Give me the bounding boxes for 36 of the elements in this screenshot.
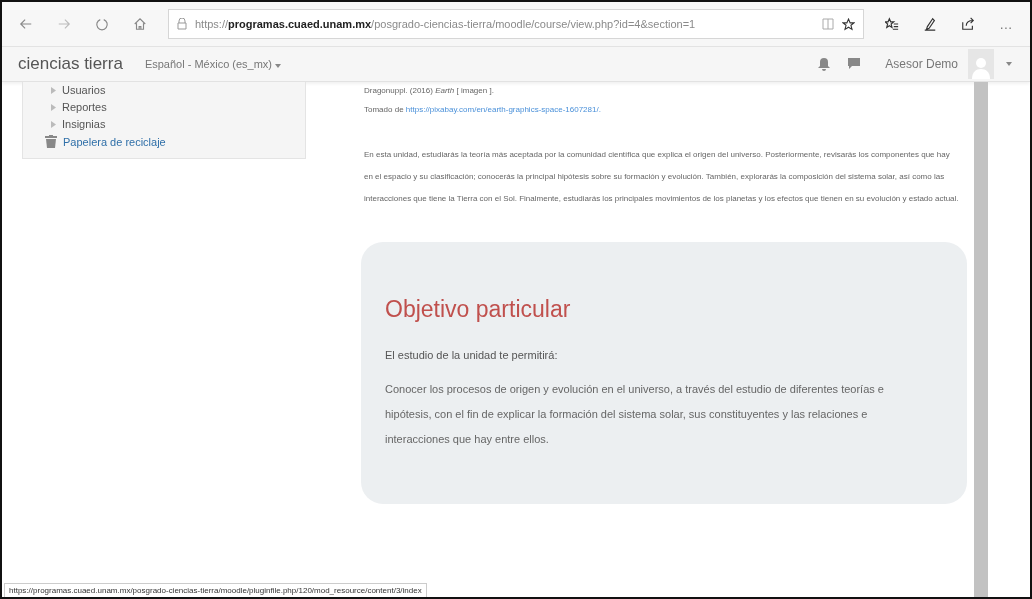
objective-title: Objetivo particular <box>385 296 572 323</box>
lock-icon <box>177 18 187 30</box>
sidebar-item[interactable]: Reportes <box>23 101 305 113</box>
caret-icon[interactable] <box>1006 62 1012 66</box>
sidebar-item[interactable]: Usuarios <box>23 84 305 96</box>
site-brand[interactable]: ciencias tierra <box>18 54 123 74</box>
caret-icon <box>275 64 282 68</box>
caret-icon <box>51 86 56 94</box>
sidebar-item[interactable]: Papelera de reciclaje <box>23 135 305 148</box>
status-url: https://programas.cuaed.unam.mx/posgrado-ciencias-tierra/moodle/pluginfile.php/120/mod_resource/content/3/index <box>4 583 427 597</box>
caret-icon <box>51 120 56 128</box>
star-icon[interactable] <box>842 17 855 31</box>
share-icon <box>961 17 975 31</box>
language-menu[interactable]: Español - México (es_mx) <box>144 58 282 70</box>
trash-icon <box>45 135 57 148</box>
back-arrow-icon <box>19 17 33 31</box>
scrollbar[interactable] <box>974 82 988 597</box>
reading-view-icon[interactable] <box>822 18 834 30</box>
image-citation: Dragonuppl. (2016) Earth [ imagen ]. <box>364 86 495 95</box>
source-link[interactable]: https://pixabay.com/en/earth-graphics-space-1607281/. <box>405 105 601 114</box>
objective-text: Conocer los procesos de origen y evolución en el universo, a través del estudio de diferentes teorías e hipótesis, con el fin de explicar la formación del sistema solar, sus constituyentes y las relaciones e interacciones que hay entre ellos. <box>385 382 885 447</box>
source-line: Tomado de https://pixabay.com/en/earth-graphics-space-1607281/. <box>364 105 602 114</box>
user-menu[interactable]: Asesor Demo <box>879 56 964 72</box>
pen-icon <box>923 17 937 31</box>
forward-arrow-icon <box>57 17 71 31</box>
home-icon <box>133 17 147 31</box>
star-list-icon <box>885 17 899 31</box>
bell-icon[interactable] <box>817 57 832 71</box>
address-bar[interactable]: https://programas.cuaed.unam.mx/posgrado-ciencias-tierra/moodle/course/view.php?id=4&section=1 <box>168 9 864 39</box>
caret-icon <box>51 103 56 111</box>
sidebar-item[interactable]: Insignias <box>23 118 305 130</box>
refresh-icon <box>95 17 109 31</box>
more-button[interactable]: … <box>990 9 1022 39</box>
intro-paragraph: En esta unidad, estudiarás la teoría más aceptada por la comunidad científica que explica el origen del universo. Posteriormente, revisarás los componentes que hay en el espacio y su clasificación; conocerás la principal hipótesis sobre su formación y evolución. También, explorarás la composición del sistema solar, así como las interacciones que tiene la Tierra con el Sol. Finalmente, estudiarás los principales movimientos de los planetas y los efectos que tienen en su evolución y estado actual. <box>364 149 960 205</box>
chat-icon[interactable] <box>847 57 862 71</box>
objective-lead: El estudio de la unidad te permitirá: <box>385 349 559 361</box>
